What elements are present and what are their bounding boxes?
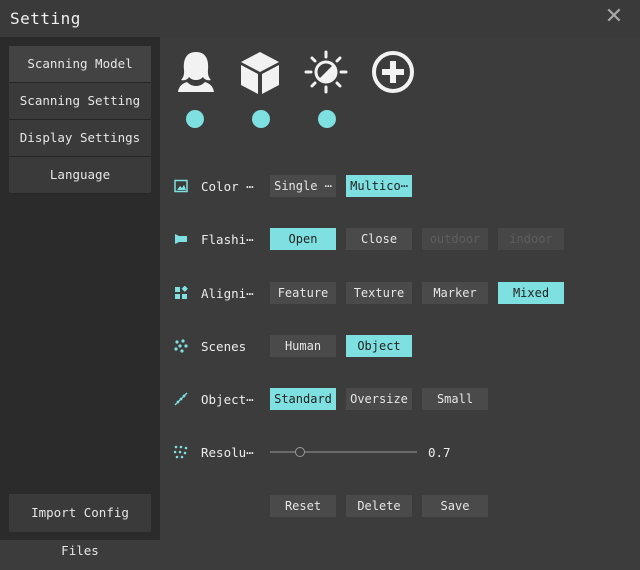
sun-brightness-icon[interactable]	[304, 48, 348, 96]
sidebar-item-scanning-model[interactable]: Scanning Model	[9, 46, 151, 83]
box-object-icon[interactable]	[238, 48, 282, 96]
flash-close-button[interactable]: Close	[346, 228, 412, 250]
mode-indicator-human	[186, 110, 204, 128]
resolution-slider-handle[interactable]	[295, 447, 305, 457]
align-feature-button[interactable]: Feature	[270, 282, 336, 304]
title-bar: Setting ✕	[0, 0, 640, 37]
delete-button[interactable]: Delete	[346, 495, 412, 517]
import-config-button[interactable]: Import Config Files	[9, 494, 151, 558]
object-small-button[interactable]: Small	[422, 388, 488, 410]
flashlight-icon	[175, 234, 187, 244]
align-texture-button[interactable]: Texture	[346, 282, 412, 304]
dots-grid-icon	[174, 445, 188, 459]
sidebar: Scanning Model Scanning Setting Display …	[0, 37, 160, 540]
object-oversize-button[interactable]: Oversize	[346, 388, 412, 410]
sidebar-item-language[interactable]: Language	[9, 157, 151, 194]
flashlight-label: Flashi⋯	[201, 232, 254, 247]
window-title: Setting	[10, 9, 81, 28]
align-mixed-button[interactable]: Mixed	[498, 282, 564, 304]
mode-indicator-brightness	[318, 110, 336, 128]
align-marker-button[interactable]: Marker	[422, 282, 488, 304]
resolution-label: Resolu⋯	[201, 445, 254, 460]
resolution-value: 0.7	[428, 445, 451, 460]
sidebar-item-display-settings[interactable]: Display Settings	[9, 120, 151, 157]
alignment-label: Aligni⋯	[201, 286, 254, 301]
resolution-slider-track[interactable]	[270, 451, 417, 453]
human-head-icon[interactable]	[174, 48, 218, 96]
sidebar-item-scanning-setting[interactable]: Scanning Setting	[9, 83, 151, 120]
reset-button[interactable]: Reset	[270, 495, 336, 517]
scenes-label: Scenes	[201, 339, 247, 354]
grid-shapes-icon	[175, 286, 188, 299]
flash-outdoor-button: outdoor	[422, 228, 488, 250]
color-mode-label: Color ⋯	[201, 179, 254, 194]
flash-open-button[interactable]: Open	[270, 228, 336, 250]
close-icon[interactable]: ✕	[603, 6, 625, 28]
scene-object-button[interactable]: Object	[346, 335, 412, 357]
add-circle-icon[interactable]	[371, 48, 415, 96]
scene-human-button[interactable]: Human	[270, 335, 336, 357]
flash-indoor-button: indoor	[498, 228, 564, 250]
color-single-button[interactable]: Single ⋯	[270, 175, 336, 197]
color-multicolor-button[interactable]: Multico⋯	[346, 175, 412, 197]
image-icon	[174, 179, 188, 193]
mode-indicator-object	[252, 110, 270, 128]
dots-cluster-icon	[174, 339, 188, 353]
object-standard-button[interactable]: Standard	[270, 388, 336, 410]
ruler-icon	[174, 392, 188, 406]
object-size-label: Object⋯	[201, 392, 254, 407]
save-button[interactable]: Save	[422, 495, 488, 517]
